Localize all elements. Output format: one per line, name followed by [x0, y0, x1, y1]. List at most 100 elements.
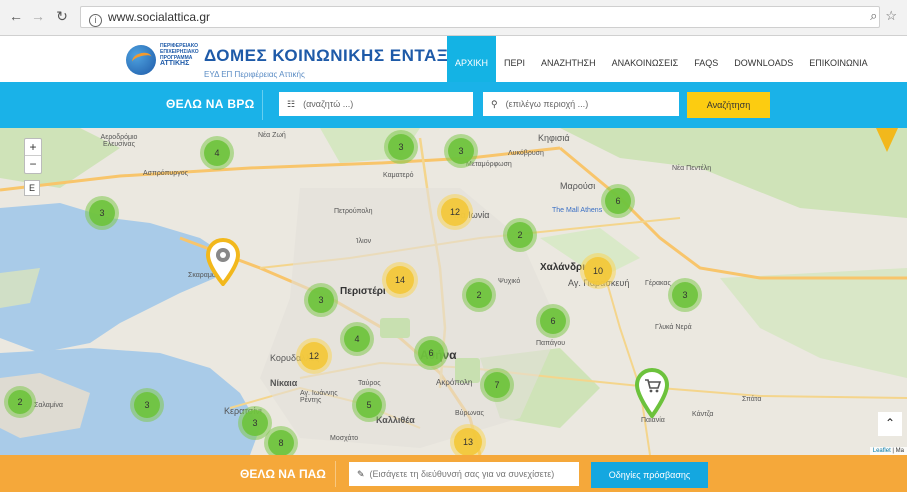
back-icon[interactable]: ←	[8, 8, 24, 24]
zoom-out-button[interactable]: −	[25, 156, 41, 173]
place-label: Μοσχάτο	[330, 435, 359, 442]
cluster-count: 13	[462, 437, 473, 447]
place-label: Κηφισιά	[538, 133, 570, 143]
marker-cluster[interactable]: 3	[304, 283, 338, 317]
marker-cluster[interactable]: 2	[462, 278, 496, 312]
address-input[interactable]: ✎ (Εισάγετε τη διεύθυνσή σας για να συνεχ…	[349, 462, 579, 486]
search-button[interactable]: Αναζήτηση	[687, 92, 770, 118]
attribution-text: | Ma	[890, 448, 904, 454]
place-label: Βύρωνας	[455, 410, 484, 417]
place-label: Γέρακας	[645, 280, 671, 287]
place-label: Νίκαια	[270, 378, 298, 388]
directions-button[interactable]: Οδηγίες πρόσβασης	[591, 462, 708, 488]
logo-region: ΑΤΤΙΚΗΣ	[160, 60, 190, 67]
place-label: Ακρόπολη	[436, 378, 473, 387]
browser-actions: ⌕ ☆	[862, 8, 897, 24]
marker-cluster[interactable]: 6	[414, 336, 448, 370]
where-search-input[interactable]: ⚲ (επιλέγω περιοχή ...)	[483, 92, 679, 116]
zoom-in-button[interactable]: +	[25, 139, 41, 156]
logo-title: ΔΟΜΕΣ ΚΟΙΝΩΝΙΚΗΣ ΕΝΤΑΞΗΣ	[204, 46, 472, 65]
marker-cluster[interactable]: 3	[444, 134, 478, 168]
place-label: Αεροδρόμιο Ελευσίνας	[100, 134, 138, 148]
cluster-count: 4	[354, 334, 360, 344]
marker-cluster[interactable]: 12	[296, 338, 332, 374]
place-label: Γλυκά Νερά	[655, 324, 692, 331]
marker-cluster[interactable]: 13	[450, 424, 486, 455]
pencil-icon: ✎	[357, 469, 365, 479]
cluster-count: 5	[366, 400, 372, 410]
marker-cluster[interactable]: 14	[382, 262, 418, 298]
marker-cluster[interactable]: 6	[536, 304, 570, 338]
reload-icon[interactable]: ↻	[54, 8, 70, 24]
directions-label: ΘΕΛΩ ΝΑ ΠΑΩ	[240, 467, 326, 481]
marker-cluster[interactable]: 4	[200, 136, 234, 170]
cluster-count: 4	[214, 148, 220, 158]
chevron-up-icon: ⌃	[884, 416, 896, 430]
map-marker-icon[interactable]	[874, 128, 900, 154]
place-label: Παιανία	[641, 417, 665, 424]
place-label: Νέα Ζωή	[258, 132, 286, 139]
sitemap-icon: ☷	[287, 99, 296, 109]
cluster-count: 2	[476, 290, 482, 300]
divider	[335, 461, 336, 487]
cluster-count: 6	[428, 348, 434, 358]
place-label: Σπάτα	[742, 396, 762, 403]
place-label: Κάντζα	[692, 411, 714, 418]
info-icon[interactable]: i	[89, 14, 102, 27]
cluster-count: 12	[308, 351, 319, 361]
marker-cluster[interactable]: 4	[340, 322, 374, 356]
marker-cluster[interactable]: 2	[503, 218, 537, 252]
divider	[262, 90, 263, 120]
marker-cluster[interactable]: 5	[352, 388, 386, 422]
place-label: Πετρούπολη	[334, 208, 373, 215]
place-label: Ίλιον	[356, 238, 372, 245]
scroll-to-top-button[interactable]: ⌃	[878, 412, 902, 436]
cluster-count: 7	[494, 380, 500, 390]
cluster-count: 3	[144, 400, 150, 410]
cluster-count: 3	[99, 208, 105, 218]
place-label: Καματερό	[383, 172, 414, 179]
marker-cluster[interactable]: 8	[264, 426, 298, 455]
cluster-count: 6	[615, 196, 621, 206]
marker-cluster[interactable]: 3	[85, 196, 119, 230]
what-search-input[interactable]: ☷ (αναζητώ ...)	[279, 92, 473, 116]
marker-cluster[interactable]: 6	[601, 184, 635, 218]
marker-cluster[interactable]: 2	[4, 386, 36, 418]
where-placeholder: (επιλέγω περιοχή ...)	[505, 99, 589, 109]
logo-program-text: ΠΕΡΙΦΕΡΕΙΑΚΟ ΕΠΙΧΕΙΡΗΣΙΑΚΟ ΠΡΟΓΡΑΜΜΑ ΑΤΤ…	[160, 43, 199, 67]
magnify-icon[interactable]: ⌕	[870, 8, 877, 23]
search-bar-label: ΘΕΛΩ ΝΑ ΒΡΩ	[166, 97, 255, 111]
place-label: Παπάγου	[536, 340, 566, 347]
layer-switch-button[interactable]: E	[24, 180, 40, 196]
place-label: Λυκόβρυση	[508, 150, 544, 157]
search-bar: ΘΕΛΩ ΝΑ ΒΡΩ ☷ (αναζητώ ...) ⚲ (επιλέγω περ…	[0, 82, 907, 128]
marker-cluster[interactable]: 12	[437, 194, 473, 230]
cluster-count: 10	[592, 266, 603, 276]
map[interactable]: Νέα Ζωή Ασπρόπυργος Αεροδρόμιο Ελευσίνας…	[0, 128, 907, 455]
place-label: Χαλάνδρι	[540, 262, 585, 273]
location-pin-icon[interactable]	[206, 238, 240, 286]
place-label: Ψυχικό	[498, 278, 521, 285]
forward-icon[interactable]: →	[30, 8, 46, 24]
cluster-count: 2	[517, 230, 523, 240]
marker-cluster[interactable]: 3	[130, 388, 164, 422]
cluster-count: 3	[318, 295, 324, 305]
star-icon[interactable]: ☆	[885, 8, 897, 23]
leaflet-link[interactable]: Leaflet	[873, 448, 891, 454]
map-attribution: Leaflet | Ma	[869, 447, 907, 455]
place-label: Ταύρος	[358, 380, 381, 387]
address-bar[interactable]: i www.socialattica.gr	[80, 6, 880, 28]
cluster-count: 3	[458, 146, 464, 156]
cluster-count: 6	[550, 316, 556, 326]
site-logo[interactable]: ΠΕΡΙΦΕΡΕΙΑΚΟ ΕΠΙΧΕΙΡΗΣΙΑΚΟ ΠΡΟΓΡΑΜΜΑ ΑΤΤ…	[126, 42, 471, 86]
url-text: www.socialattica.gr	[108, 10, 211, 24]
location-pin-icon: ⚲	[491, 99, 498, 109]
shopping-cart-pin-icon[interactable]	[635, 368, 669, 418]
marker-cluster[interactable]: 3	[384, 130, 418, 164]
marker-cluster[interactable]: 7	[480, 368, 514, 402]
place-label: Περιστέρι	[340, 286, 386, 297]
marker-cluster[interactable]: 3	[668, 278, 702, 312]
cluster-count: 3	[682, 290, 688, 300]
cluster-count: 12	[449, 207, 460, 217]
marker-cluster[interactable]: 10	[580, 253, 616, 289]
